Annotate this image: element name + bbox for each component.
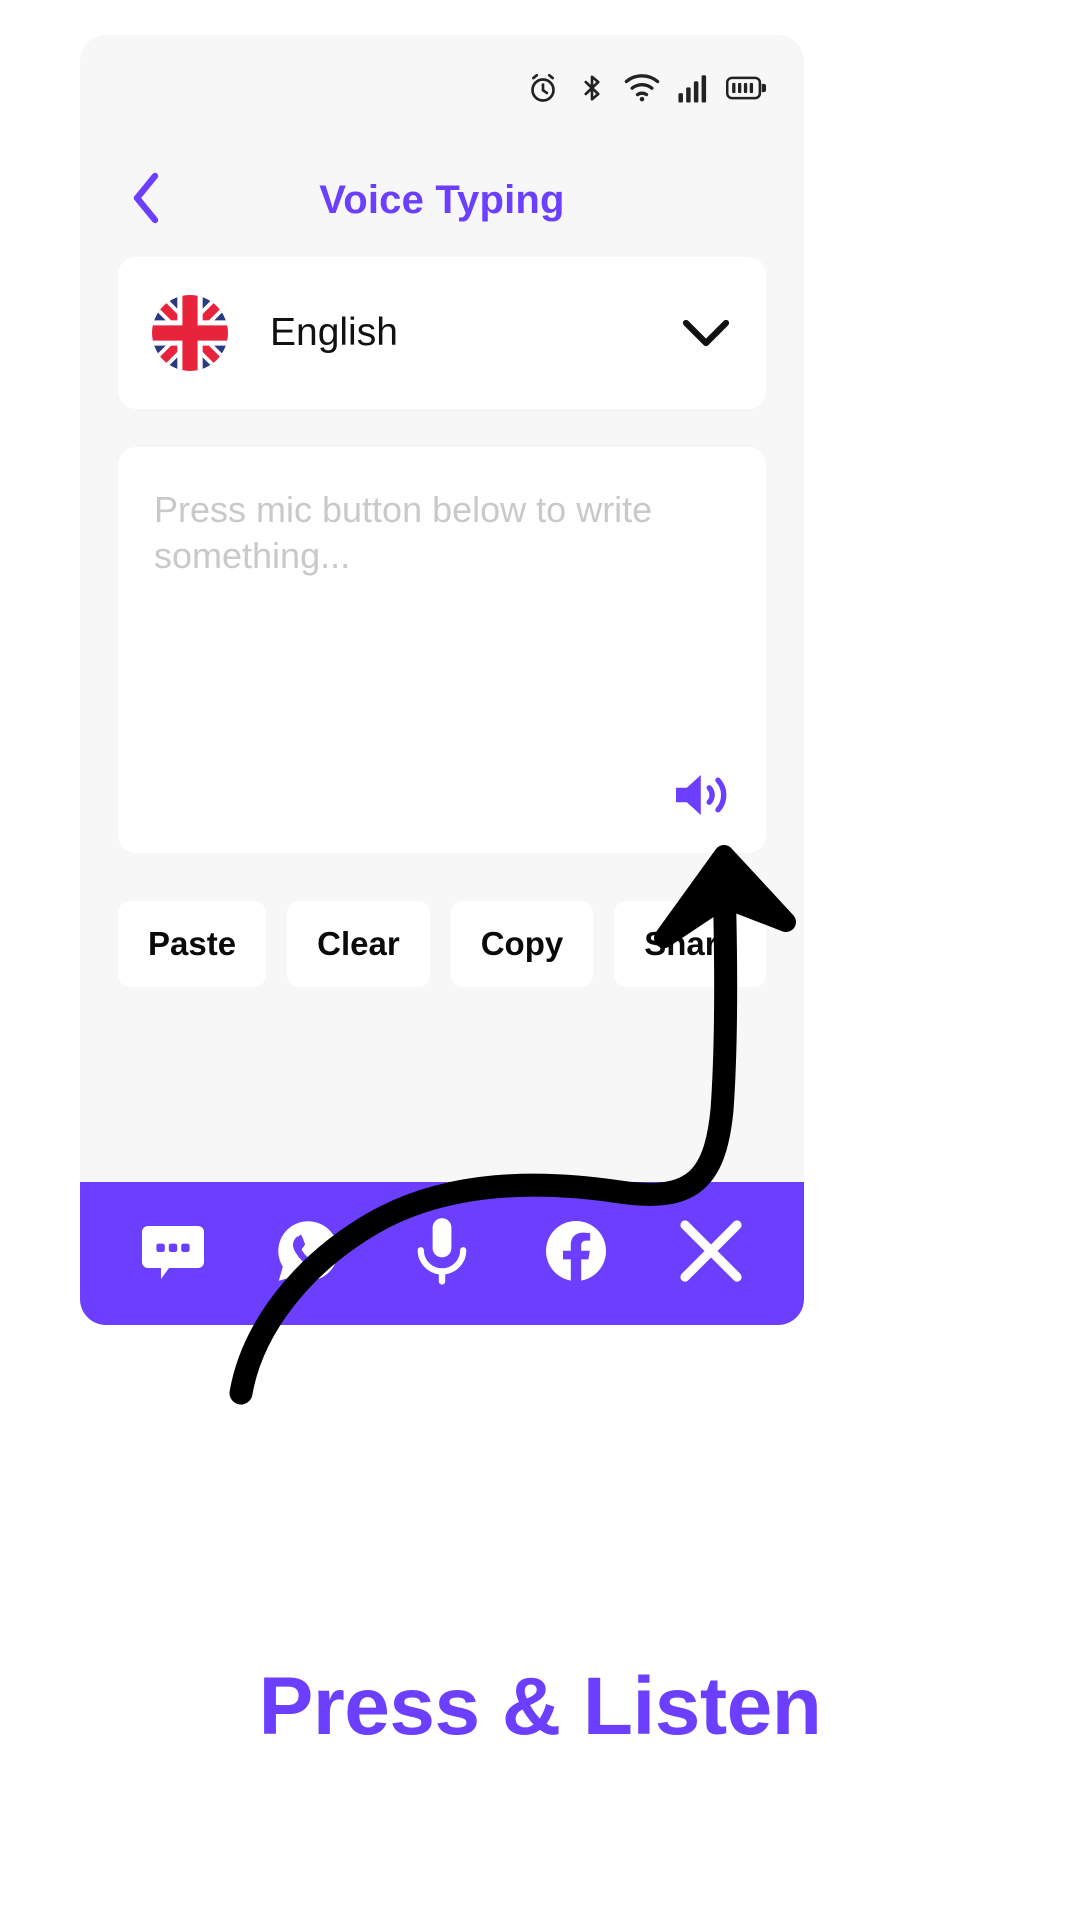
paste-button[interactable]: Paste (118, 901, 267, 987)
back-button[interactable] (118, 172, 174, 228)
battery-icon (726, 75, 766, 101)
phone-frame: Voice Typing English Press mic button be… (80, 35, 804, 1325)
language-name: English (270, 311, 398, 354)
facebook-icon (544, 1219, 608, 1288)
wifi-icon (624, 73, 660, 103)
app-header: Voice Typing (80, 140, 804, 260)
chevron-down-icon[interactable] (680, 316, 732, 350)
x-twitter-icon (680, 1220, 742, 1287)
whatsapp-icon (275, 1218, 341, 1289)
alarm-clock-icon (526, 71, 560, 105)
bluetooth-icon (577, 71, 607, 105)
chevron-left-icon (126, 170, 166, 231)
page-title: Voice Typing (319, 177, 565, 222)
sms-message-icon (140, 1220, 206, 1287)
microphone-icon (412, 1215, 472, 1292)
nav-item-microphone[interactable] (394, 1206, 490, 1302)
language-selector[interactable]: English (118, 257, 766, 409)
copy-button[interactable]: Copy (450, 901, 594, 987)
transcription-textarea[interactable]: Press mic button below to write somethin… (118, 447, 766, 853)
bottom-share-nav (80, 1182, 804, 1325)
cellular-signal-icon (677, 72, 709, 104)
annotation-caption: Press & Listen (258, 1661, 822, 1752)
screenshot-root: Voice Typing English Press mic button be… (0, 0, 1080, 1920)
transcription-placeholder: Press mic button below to write somethin… (154, 489, 653, 577)
nav-item-sms[interactable] (125, 1206, 221, 1302)
united-kingdom-flag-icon (152, 295, 228, 371)
status-bar (80, 35, 804, 140)
action-button-row: Paste Clear Copy Share (118, 901, 766, 987)
nav-item-x-twitter[interactable] (663, 1206, 759, 1302)
speaker-volume-icon[interactable] (670, 767, 732, 823)
nav-item-facebook[interactable] (528, 1206, 624, 1302)
nav-item-whatsapp[interactable] (260, 1206, 356, 1302)
share-button[interactable]: Share (614, 901, 766, 987)
clear-button[interactable]: Clear (287, 901, 430, 987)
